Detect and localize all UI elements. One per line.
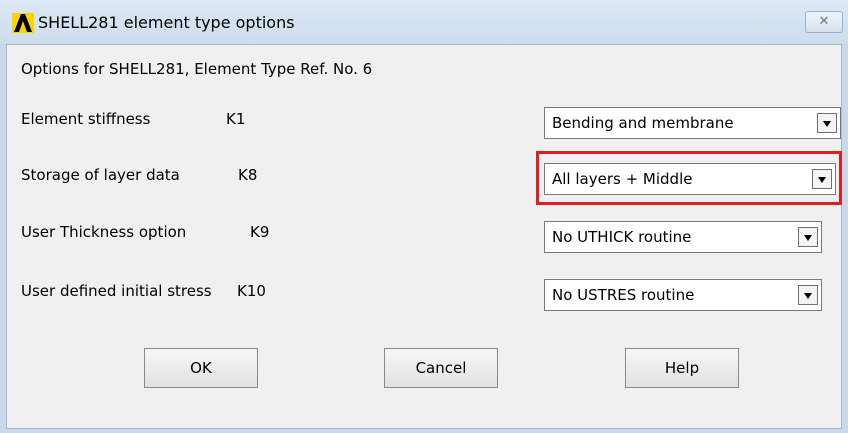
ok-button[interactable]: OK <box>144 348 258 388</box>
initial-stress-select[interactable]: No USTRES routine <box>544 279 822 311</box>
k8-key-label: K8 <box>238 166 258 184</box>
user-thickness-value: No UTHICK routine <box>552 228 692 246</box>
layer-data-storage-label: Storage of layer data <box>21 166 180 184</box>
initial-stress-value: No USTRES routine <box>552 286 695 304</box>
help-button[interactable]: Help <box>625 348 739 388</box>
layer-data-storage-value: All layers + Middle <box>552 170 693 188</box>
chevron-down-icon[interactable] <box>798 227 818 247</box>
k1-key-label: K1 <box>226 110 246 128</box>
element-stiffness-label: Element stiffness <box>21 110 151 128</box>
dialog-body: Options for SHELL281, Element Type Ref. … <box>6 44 842 429</box>
chevron-down-icon[interactable] <box>817 113 837 133</box>
close-icon: ✕ <box>818 14 830 29</box>
layer-data-storage-select[interactable]: All layers + Middle <box>544 163 836 195</box>
user-thickness-label: User Thickness option <box>21 223 187 241</box>
k10-key-label: K10 <box>237 282 266 300</box>
chevron-down-icon[interactable] <box>798 285 818 305</box>
ansys-logo-icon <box>12 13 34 33</box>
initial-stress-label: User defined initial stress <box>21 282 212 300</box>
user-thickness-select[interactable]: No UTHICK routine <box>544 221 822 253</box>
element-stiffness-select[interactable]: Bending and membrane <box>544 107 841 139</box>
chevron-down-icon[interactable] <box>812 169 832 189</box>
k9-key-label: K9 <box>250 223 270 241</box>
dialog-subtitle: Options for SHELL281, Element Type Ref. … <box>21 60 373 78</box>
close-button[interactable]: ✕ <box>805 11 843 33</box>
cancel-button[interactable]: Cancel <box>384 348 498 388</box>
window-title: SHELL281 element type options <box>38 13 295 32</box>
title-bar: SHELL281 element type options ✕ <box>0 0 848 44</box>
element-stiffness-value: Bending and membrane <box>552 114 734 132</box>
